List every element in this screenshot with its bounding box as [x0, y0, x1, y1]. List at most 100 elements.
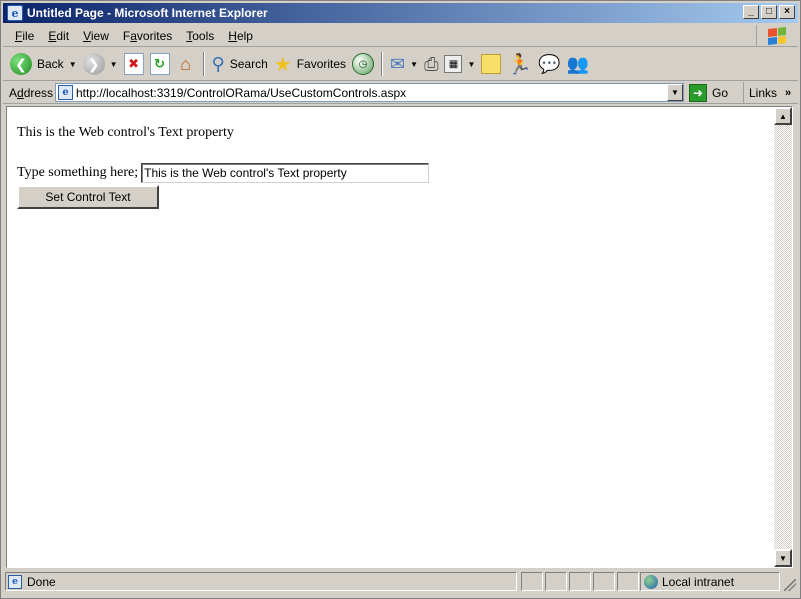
scroll-up-icon[interactable]: ▲: [774, 107, 792, 125]
type-something-label: Type something here;: [17, 165, 139, 180]
back-button[interactable]: ❮ Back ▼: [7, 50, 80, 78]
text-input-field[interactable]: [141, 163, 430, 183]
go-label: Go: [712, 86, 729, 100]
address-input[interactable]: [76, 85, 656, 100]
menu-edit-label: dit: [56, 28, 70, 43]
search-button[interactable]: ⚲ Search: [209, 50, 271, 78]
menu-view-label: iew: [90, 28, 109, 43]
browser-window: e Untitled Page - Microsoft Internet Exp…: [0, 0, 801, 599]
mail-dropdown-icon[interactable]: ▼: [410, 60, 418, 69]
menu-help[interactable]: Help: [221, 29, 260, 43]
ie-page-icon: e: [8, 574, 22, 589]
menu-file[interactable]: File: [8, 29, 41, 43]
home-icon: ⌂: [180, 53, 191, 74]
aim-button[interactable]: 🏃: [504, 50, 535, 78]
menu-favorites-label: vorites: [136, 28, 173, 43]
menu-edit[interactable]: Edit: [41, 29, 76, 43]
page-viewport: This is the Web control's Text property …: [6, 106, 793, 568]
status-main-pane: e Done: [5, 572, 517, 591]
back-arrow-icon: ❮: [10, 53, 32, 75]
ie-app-icon[interactable]: e: [7, 5, 23, 21]
menu-help-label: elp: [236, 28, 253, 43]
toolbar-separator: [381, 52, 384, 76]
zone-label: Local intranet: [662, 574, 735, 589]
chevron-right-icon[interactable]: »: [785, 87, 791, 99]
edit-button[interactable]: ▦ ▼: [441, 50, 478, 78]
favorites-button[interactable]: ★ Favorites: [271, 50, 349, 78]
menu-file-label: ile: [22, 28, 35, 43]
address-label-rest: dress: [23, 85, 54, 100]
links-button[interactable]: Links »: [743, 82, 791, 104]
web-control-text: This is the Web control's Text property: [17, 125, 234, 140]
edit-page-icon: ▦: [444, 55, 463, 73]
window-title: Untitled Page - Microsoft Internet Explo…: [27, 6, 268, 20]
globe-icon: [644, 574, 658, 589]
messenger-button[interactable]: 👥: [564, 50, 592, 78]
toolbar-separator: [202, 52, 205, 76]
menu-tools[interactable]: Tools: [179, 29, 221, 43]
search-icon: ⚲: [211, 53, 225, 74]
home-button[interactable]: ⌂: [173, 50, 199, 78]
address-dropdown-icon[interactable]: ▼: [667, 84, 683, 101]
menu-view[interactable]: View: [76, 29, 116, 43]
address-label-accel: d: [17, 85, 24, 100]
refresh-button[interactable]: ↻: [147, 50, 173, 78]
go-button[interactable]: ➜ Go: [689, 83, 728, 103]
menu-tools-label: ools: [192, 28, 215, 43]
discuss-button[interactable]: 💬: [535, 50, 563, 78]
close-button[interactable]: ×: [779, 5, 795, 19]
windows-logo-icon: [756, 25, 796, 47]
favorites-star-icon: ★: [273, 53, 292, 76]
page-icon: e: [58, 85, 73, 100]
edit-dropdown-icon[interactable]: ▼: [467, 60, 475, 69]
mail-icon: ✉: [390, 53, 406, 74]
favorites-label: Favorites: [296, 57, 347, 71]
refresh-icon: ↻: [149, 53, 170, 75]
back-dropdown-icon[interactable]: ▼: [69, 60, 77, 69]
vertical-scrollbar[interactable]: ▲ ▼: [774, 107, 792, 567]
title-bar[interactable]: e Untitled Page - Microsoft Internet Exp…: [3, 3, 798, 23]
security-zone-pane[interactable]: Local intranet: [640, 572, 780, 591]
print-button[interactable]: ⎙: [421, 50, 441, 78]
notes-button[interactable]: [478, 50, 504, 78]
scroll-down-icon[interactable]: ▼: [774, 549, 792, 567]
mail-button[interactable]: ✉ ▼: [387, 50, 421, 78]
stop-icon: ✖: [123, 53, 144, 75]
maximize-button[interactable]: □: [761, 5, 777, 19]
status-text: Done: [27, 574, 56, 589]
status-pane: [617, 572, 639, 591]
address-label-pre: A: [9, 85, 18, 100]
forward-dropdown-icon[interactable]: ▼: [110, 60, 118, 69]
status-pane: [569, 572, 591, 591]
status-pane: [521, 572, 543, 591]
menu-bar: File Edit View Favorites Tools Help: [3, 25, 798, 47]
address-box[interactable]: e ▼: [55, 83, 684, 102]
go-arrow-icon: ➜: [689, 84, 707, 102]
sticky-note-icon: [481, 54, 502, 74]
history-icon: ◷: [352, 53, 375, 75]
status-pane: [545, 572, 567, 591]
history-button[interactable]: ◷: [349, 50, 377, 78]
forward-button[interactable]: ❯ ▼: [80, 50, 121, 78]
input-row: Type something here;: [17, 163, 430, 183]
back-label: Back: [37, 57, 64, 71]
links-label: Links: [749, 86, 778, 100]
menu-favorites-accel: a: [130, 28, 137, 43]
status-bar: e Done Local intranet: [3, 571, 798, 593]
minimize-button[interactable]: _: [743, 5, 759, 19]
page-content: This is the Web control's Text property …: [7, 107, 774, 567]
stop-button[interactable]: ✖: [121, 50, 147, 78]
print-icon: ⎙: [424, 53, 439, 74]
menu-view-accel: V: [83, 28, 91, 43]
resize-grip-icon[interactable]: [784, 579, 796, 591]
address-bar: Address e ▼ ➜ Go Links »: [3, 82, 798, 104]
menu-help-accel: H: [228, 28, 237, 43]
address-label: Address: [9, 86, 53, 100]
standard-toolbar: ❮ Back ▼ ❯ ▼ ✖ ↻ ⌂ ⚲ Search ★ Favorites …: [3, 48, 798, 81]
status-pane: [593, 572, 615, 591]
messenger-people-icon: 👥: [566, 53, 590, 74]
set-control-text-button[interactable]: Set Control Text: [17, 185, 159, 209]
menu-favorites[interactable]: Favorites: [116, 29, 179, 43]
discuss-bubble-icon: 💬: [538, 53, 561, 74]
forward-arrow-icon: ❯: [82, 53, 105, 75]
